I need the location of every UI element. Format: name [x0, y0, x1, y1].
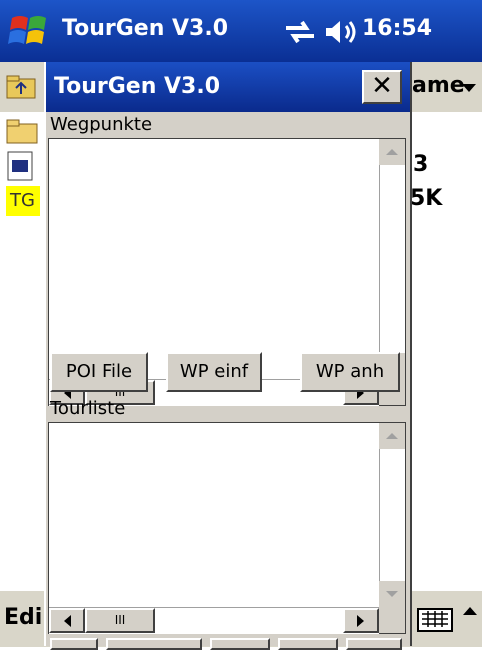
tourlist-hscrollbar[interactable]: III: [49, 607, 379, 634]
close-icon: ✕: [371, 71, 393, 101]
volume-icon[interactable]: [322, 18, 358, 46]
document-icon[interactable]: [6, 150, 34, 182]
scroll-right-button[interactable]: [343, 608, 379, 633]
scroll-corner: [379, 607, 405, 633]
scroll-left-icon: [64, 615, 71, 627]
scroll-up-icon[interactable]: [379, 423, 405, 449]
close-button[interactable]: ✕: [362, 70, 402, 104]
waypoints-label: Wegpunkte: [50, 114, 153, 135]
dialog-title: TourGen V3.0: [54, 74, 221, 99]
poi-file-button[interactable]: POI File: [50, 352, 148, 392]
scroll-up-icon[interactable]: [379, 139, 405, 165]
chevron-down-icon[interactable]: [462, 84, 476, 92]
connectivity-icon[interactable]: [282, 18, 318, 46]
menu-edit[interactable]: Edi: [4, 605, 42, 630]
bottom-button-1[interactable]: [50, 638, 98, 650]
tourlist-vscrollbar[interactable]: [379, 423, 405, 607]
folder-icon[interactable]: [6, 118, 38, 144]
tourlist-vscroll-track[interactable]: [379, 449, 405, 581]
waypoints-vscrollbar[interactable]: [379, 139, 405, 379]
file-size-text: 5K: [410, 186, 443, 211]
folder-up-icon[interactable]: [6, 74, 36, 100]
tourlist-list[interactable]: III: [48, 422, 406, 634]
taskbar-title: TourGen V3.0: [62, 16, 229, 41]
taskbar: TourGen V3.0 16:54: [0, 0, 482, 62]
dialog-title-bar: TourGen V3.0 ✕: [46, 62, 410, 112]
tourlist-label: Tourliste: [50, 398, 126, 419]
wp-insert-button[interactable]: WP einf: [166, 352, 262, 392]
file-info-text: 3: [413, 152, 429, 177]
keyboard-icon[interactable]: [412, 601, 458, 637]
bottom-button-5[interactable]: [346, 638, 402, 650]
windows-start-icon[interactable]: [6, 8, 52, 54]
bottom-button-3[interactable]: [210, 638, 270, 650]
scroll-left-button[interactable]: [49, 608, 85, 633]
scroll-down-icon[interactable]: [379, 581, 405, 607]
bottom-button-4[interactable]: [278, 638, 338, 650]
scroll-right-icon: [357, 615, 364, 627]
sort-label[interactable]: ame: [412, 73, 465, 98]
waypoints-vscroll-track[interactable]: [379, 165, 405, 353]
bottom-button-2[interactable]: [106, 638, 202, 650]
tourlist-hscroll-thumb[interactable]: III: [85, 608, 155, 633]
clock[interactable]: 16:54: [362, 16, 432, 41]
wp-append-button[interactable]: WP anh: [300, 352, 400, 392]
tourgen-file-icon[interactable]: TG: [6, 186, 40, 216]
chevron-up-icon[interactable]: [463, 607, 477, 615]
tourgen-dialog: TourGen V3.0 ✕ Wegpunkte III POI File WP…: [44, 62, 412, 650]
